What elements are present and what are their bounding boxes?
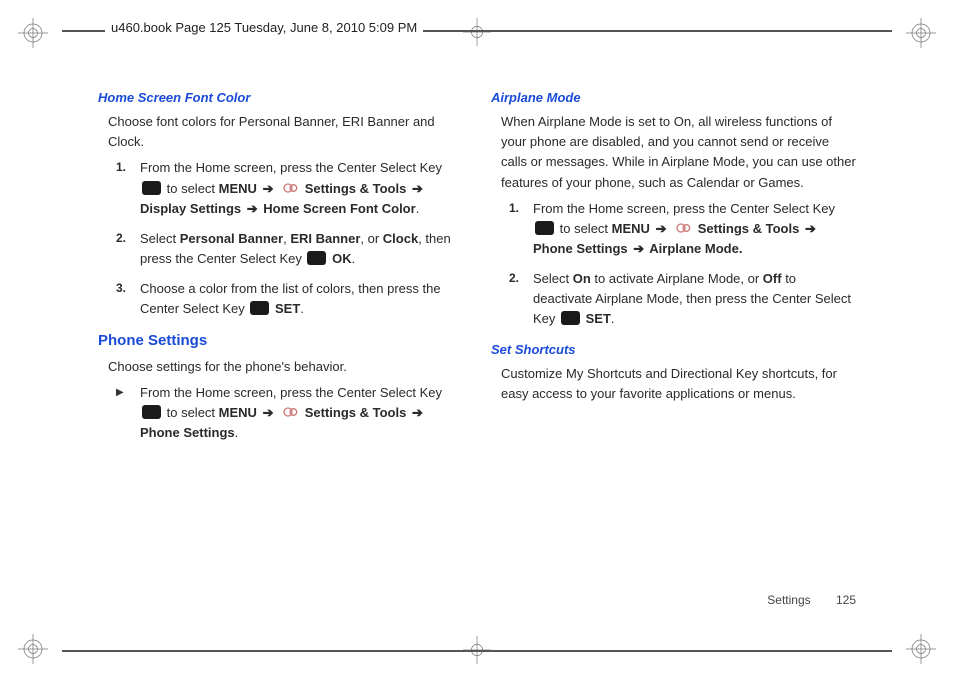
heading-home-screen-font-color: Home Screen Font Color bbox=[98, 88, 463, 108]
center-select-key-icon bbox=[142, 181, 161, 195]
intro-text: When Airplane Mode is set to On, all wir… bbox=[501, 112, 856, 193]
center-select-key-icon bbox=[561, 311, 580, 325]
center-select-key-icon bbox=[535, 221, 554, 235]
crosshair-icon bbox=[463, 18, 491, 46]
page-header-info: u460.book Page 125 Tuesday, June 8, 2010… bbox=[105, 20, 423, 35]
steps-list: 1. From the Home screen, press the Cente… bbox=[509, 199, 856, 330]
intro-text: Customize My Shortcuts and Directional K… bbox=[501, 364, 856, 404]
step-3: 3. Choose a color from the list of color… bbox=[116, 279, 463, 319]
step-2: 2. Select On to activate Airplane Mode, … bbox=[509, 269, 856, 329]
steps-list: 1. From the Home screen, press the Cente… bbox=[116, 158, 463, 319]
registration-mark-icon bbox=[906, 18, 936, 48]
left-column: Home Screen Font Color Choose font color… bbox=[98, 88, 463, 443]
heading-set-shortcuts: Set Shortcuts bbox=[491, 340, 856, 360]
step-2: 2. Select Personal Banner, ERI Banner, o… bbox=[116, 229, 463, 269]
heading-airplane-mode: Airplane Mode bbox=[491, 88, 856, 108]
registration-mark-icon bbox=[18, 634, 48, 664]
center-select-key-icon bbox=[142, 405, 161, 419]
footer-section: Settings bbox=[767, 593, 810, 607]
step-1: 1. From the Home screen, press the Cente… bbox=[116, 158, 463, 218]
registration-mark-icon bbox=[18, 18, 48, 48]
intro-text: Choose settings for the phone's behavior… bbox=[108, 357, 463, 377]
footer-rule bbox=[62, 650, 892, 652]
center-select-key-icon bbox=[250, 301, 269, 315]
page-footer: Settings 125 bbox=[767, 593, 856, 607]
registration-mark-icon bbox=[906, 634, 936, 664]
gear-icon bbox=[281, 404, 299, 420]
heading-phone-settings: Phone Settings bbox=[98, 329, 463, 352]
gear-icon bbox=[281, 180, 299, 196]
right-column: Airplane Mode When Airplane Mode is set … bbox=[491, 88, 856, 443]
bullet-list: From the Home screen, press the Center S… bbox=[116, 383, 463, 443]
gear-icon bbox=[674, 220, 692, 236]
step-1: 1. From the Home screen, press the Cente… bbox=[509, 199, 856, 259]
intro-text: Choose font colors for Personal Banner, … bbox=[108, 112, 463, 152]
page-content: Home Screen Font Color Choose font color… bbox=[98, 88, 856, 443]
page-number: 125 bbox=[836, 593, 856, 607]
center-select-key-icon bbox=[307, 251, 326, 265]
bullet-item: From the Home screen, press the Center S… bbox=[116, 383, 463, 443]
